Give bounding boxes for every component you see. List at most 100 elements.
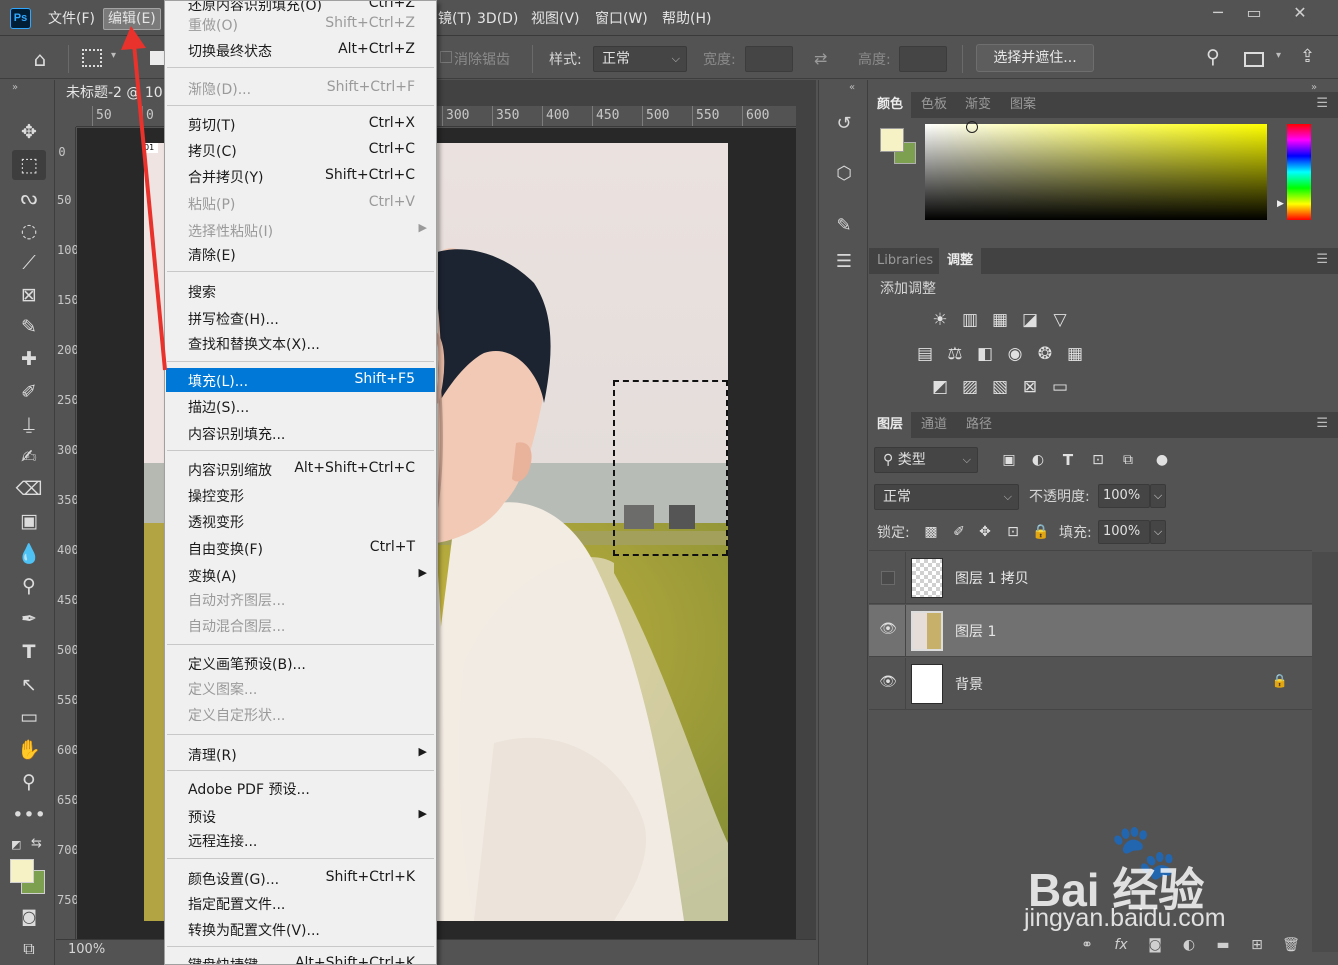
antialias-checkbox[interactable] [440,51,452,63]
menu-item[interactable]: 重做(O) Shift+Ctrl+Z [166,12,435,36]
hand-tool-icon[interactable]: ✋ [12,735,46,765]
home-icon[interactable]: ⌂ [28,47,52,71]
chevron-down-icon[interactable]: ▾ [1276,50,1281,61]
color-picker-ring[interactable] [966,121,978,133]
menu-item[interactable]: 键盘快捷键... Alt+Shift+Ctrl+K [166,952,435,964]
filter-toggle-icon[interactable]: ● [1150,448,1174,472]
properties-icon[interactable]: ☰ [829,248,859,276]
new-selection-icon[interactable] [150,51,164,65]
menu-item[interactable]: 内容识别填充... [166,421,435,445]
menu-item[interactable]: 自动对齐图层... [166,587,435,611]
3d-cube-icon[interactable]: ⬡ [829,160,859,188]
eye-icon[interactable]: 👁 [879,621,897,639]
filter-type-icon[interactable]: T [1056,448,1080,472]
new-group-icon[interactable]: ▬ [1211,934,1235,956]
tab-adjustments[interactable]: 调整 [939,248,982,274]
photo-filter-icon[interactable]: ◉ [1003,342,1027,366]
menu-item[interactable]: 预设 ▶ [166,804,435,828]
menu-item[interactable]: 清理(R) ▶ [166,742,435,766]
menu-item[interactable]: 变换(A) ▶ [166,563,435,587]
menu-item[interactable]: 定义画笔预设(B)... [166,651,435,675]
tab-patterns[interactable]: 图案 [1002,92,1044,118]
menu-3d[interactable]: 3D(D) [473,8,522,30]
menu-item[interactable]: 透视变形 [166,509,435,533]
eraser-tool-icon[interactable]: ⌫ [12,474,46,504]
opacity-dropdown[interactable]: ⌵ [1150,484,1166,508]
invert-icon[interactable]: ◩ [928,375,952,399]
zoom-tool-icon[interactable]: ⚲ [12,767,46,797]
new-layer-icon[interactable]: ⊞ [1245,934,1269,956]
history-icon[interactable]: ↺ [829,110,859,138]
panel-menu-icon[interactable]: ☰ [1316,416,1328,431]
pen-tool-icon[interactable]: ✒ [12,604,46,634]
brush-settings-icon[interactable]: ✎ [829,212,859,240]
panel-menu-icon[interactable]: ☰ [1316,96,1328,111]
restore-icon[interactable]: ▭ [1234,2,1274,24]
lock-transparent-icon[interactable]: ▩ [919,520,943,544]
eye-icon[interactable]: 👁 [879,674,897,692]
filter-shape-icon[interactable]: ⊡ [1086,448,1110,472]
share-icon[interactable]: ⇪ [1300,46,1315,67]
close-icon[interactable]: ✕ [1280,2,1320,24]
blur-tool-icon[interactable]: 💧 [12,539,46,569]
swap-icon[interactable]: ⇄ [814,49,827,68]
stamp-tool-icon[interactable]: ⍊ [12,409,46,439]
filter-smart-object-icon[interactable]: ⧉ [1116,448,1140,472]
tab-paths[interactable]: 路径 [958,412,1000,438]
menu-edit[interactable]: 编辑(E) [103,8,161,30]
threshold-icon[interactable]: ▧ [988,375,1012,399]
select-and-mask-button[interactable]: 选择并遮住... [976,44,1094,72]
menu-item[interactable]: 粘贴(P) Ctrl+V [166,191,435,215]
rectangle-tool-icon[interactable]: ▭ [12,702,46,732]
menu-item[interactable]: 描边(S)... [166,394,435,418]
gradient-map-icon[interactable]: ▭ [1048,375,1072,399]
type-tool-icon[interactable]: T [12,637,46,667]
foreground-color-swatch[interactable] [880,128,904,152]
dodge-tool-icon[interactable]: ⚲ [12,571,46,601]
quick-select-tool-icon[interactable]: ◌ [12,216,46,246]
menu-view[interactable]: 视图(V) [527,8,584,30]
menu-item[interactable]: 搜索 [166,279,435,303]
new-adjustment-icon[interactable]: ◐ [1177,934,1201,956]
fill-dropdown[interactable]: ⌵ [1150,520,1166,544]
gradient-tool-icon[interactable]: ▣ [12,506,46,536]
channel-mixer-icon[interactable]: ❂ [1033,342,1057,366]
panel-menu-icon[interactable]: ☰ [1316,252,1328,267]
menu-item[interactable]: 转换为配置文件(V)... [166,917,435,941]
hue-saturation-icon[interactable]: ▤ [913,342,937,366]
lock-all-icon[interactable]: 🔒 [1029,520,1053,544]
hue-slider[interactable] [1287,124,1311,220]
menu-item[interactable]: 颜色设置(G)... Shift+Ctrl+K [166,866,435,890]
layer-row[interactable]: 图层 1 拷贝 [869,552,1312,604]
foreground-color-swatch[interactable] [10,859,34,883]
tab-layers[interactable]: 图层 [869,412,912,438]
tab-channels[interactable]: 通道 [913,412,955,438]
menu-filter[interactable]: 镜(T) [434,8,475,30]
selection-marquee[interactable] [613,380,728,556]
crop-tool-icon[interactable]: ⟋ [12,248,46,278]
frame-tool-icon[interactable]: ⊠ [12,280,46,310]
exposure-icon[interactable]: ◪ [1018,308,1042,332]
color-lookup-icon[interactable]: ▦ [1063,342,1087,366]
menu-item[interactable]: 选择性粘贴(I) ▶ [166,218,435,242]
menu-item[interactable]: 清除(E) [166,242,435,266]
color-balance-icon[interactable]: ⚖ [943,342,967,366]
move-tool-icon[interactable]: ✥ [12,117,46,147]
quick-mask-icon[interactable]: ◙ [12,902,46,932]
menu-item[interactable]: 操控变形 [166,483,435,507]
filter-adjustment-icon[interactable]: ◐ [1026,448,1050,472]
vertical-scrollbar[interactable] [796,106,816,939]
expand-icon[interactable]: » [12,82,18,93]
posterize-icon[interactable]: ▨ [958,375,982,399]
menu-item[interactable]: 自动混合图层... [166,613,435,637]
lock-artboard-icon[interactable]: ⊡ [1001,520,1025,544]
collapse-icon[interactable]: « [849,82,855,93]
history-brush-tool-icon[interactable]: ✍ [12,442,46,472]
height-input[interactable] [899,46,947,72]
minimize-icon[interactable]: ─ [1198,2,1238,24]
default-colors-icon[interactable]: ◩ [11,838,21,851]
menu-item[interactable]: 合并拷贝(Y) Shift+Ctrl+C [166,164,435,188]
link-layers-icon[interactable]: ⚭ [1075,934,1099,956]
brightness-icon[interactable]: ☀ [928,308,952,332]
curves-icon[interactable]: ▦ [988,308,1012,332]
